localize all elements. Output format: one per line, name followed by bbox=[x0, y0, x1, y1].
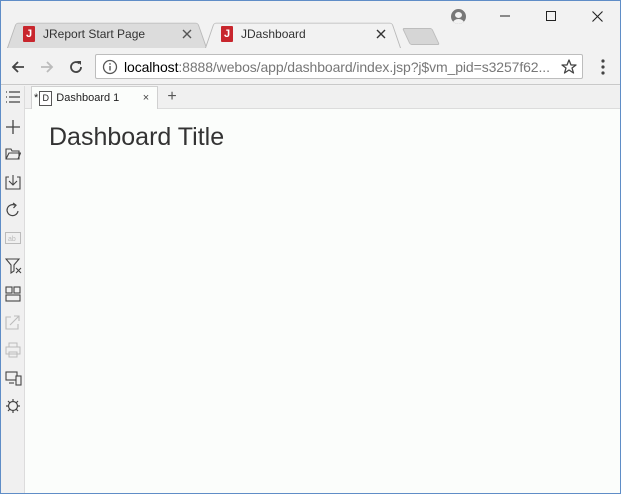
tab-strip: J JReport Start Page J JDashboard bbox=[1, 1, 620, 48]
add-dashboard-button[interactable]: + bbox=[163, 88, 181, 106]
new-plus-icon[interactable] bbox=[4, 118, 22, 136]
url-text: localhost:8888/webos/app/dashboard/index… bbox=[124, 58, 550, 75]
device-preview-icon[interactable] bbox=[4, 369, 22, 387]
refresh-icon[interactable] bbox=[4, 201, 22, 219]
new-tab-button[interactable] bbox=[402, 28, 440, 45]
jreport-favicon-icon: J bbox=[23, 26, 35, 42]
tab-jdashboard[interactable]: J JDashboard bbox=[205, 20, 401, 48]
account-icon[interactable] bbox=[451, 9, 466, 24]
back-button[interactable] bbox=[7, 56, 29, 78]
text-field-icon[interactable]: ab bbox=[4, 229, 22, 247]
browser-toolbar: localhost:8888/webos/app/dashboard/index… bbox=[1, 48, 620, 85]
maximize-button[interactable] bbox=[528, 1, 574, 31]
tab-dashboard-1[interactable]: * D Dashboard 1 × bbox=[31, 86, 158, 109]
jdashboard-app: ab * D Dashboard 1 × + Dashboard Title bbox=[1, 86, 620, 493]
window-close-button[interactable] bbox=[574, 1, 620, 31]
share-export-icon[interactable] bbox=[4, 313, 22, 331]
clear-filter-icon[interactable] bbox=[4, 257, 22, 275]
bookmark-star-icon[interactable] bbox=[560, 58, 578, 76]
tab-title: JDashboard bbox=[241, 27, 306, 41]
print-icon[interactable] bbox=[4, 341, 22, 359]
info-icon[interactable] bbox=[102, 59, 118, 75]
address-bar[interactable]: localhost:8888/webos/app/dashboard/index… bbox=[95, 54, 583, 79]
svg-text:ab: ab bbox=[8, 236, 16, 243]
forward-button[interactable] bbox=[36, 56, 58, 78]
settings-gear-icon[interactable] bbox=[4, 397, 22, 415]
jdashboard-favicon-icon: J bbox=[221, 26, 233, 42]
dashboard-title[interactable]: Dashboard Title bbox=[49, 123, 224, 152]
browser-window: J JReport Start Page J JDashboard localh… bbox=[0, 0, 621, 494]
close-icon[interactable]: × bbox=[139, 92, 153, 104]
doc-tab-label: Dashboard 1 bbox=[56, 92, 120, 104]
tab-jreport-start-page[interactable]: J JReport Start Page bbox=[7, 20, 207, 48]
dashboard-canvas[interactable]: Dashboard Title bbox=[25, 109, 620, 493]
minimize-button[interactable] bbox=[482, 1, 528, 31]
save-download-icon[interactable] bbox=[4, 173, 22, 191]
layout-icon[interactable] bbox=[4, 285, 22, 303]
document-tab-bar: * D Dashboard 1 × + bbox=[25, 86, 620, 109]
close-icon[interactable] bbox=[179, 26, 195, 42]
dashboard-document-icon: D bbox=[39, 90, 53, 106]
sidebar-toolbar: ab bbox=[1, 86, 25, 493]
reload-button[interactable] bbox=[65, 56, 87, 78]
tab-title: JReport Start Page bbox=[43, 27, 146, 41]
modified-marker: * bbox=[34, 92, 39, 104]
kebab-menu-icon[interactable] bbox=[595, 58, 611, 76]
hamburger-menu-icon[interactable] bbox=[4, 88, 22, 106]
open-folder-icon[interactable] bbox=[4, 145, 22, 163]
close-icon[interactable] bbox=[373, 26, 389, 42]
